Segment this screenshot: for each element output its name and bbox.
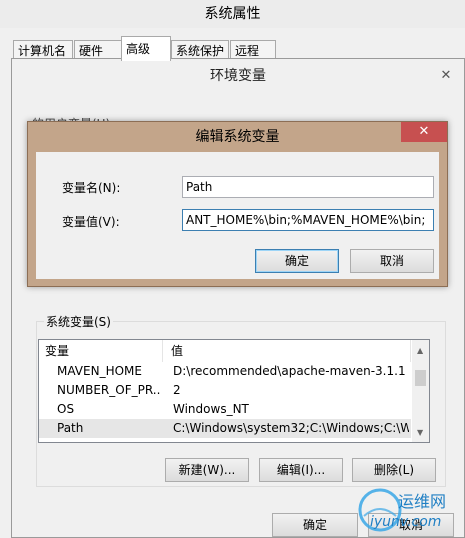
column-header-variable[interactable]: 变量 <box>39 340 163 362</box>
watermark-text: 运维网 <box>398 492 447 511</box>
variable-name: MAVEN_HOME <box>57 364 142 378</box>
scroll-thumb[interactable] <box>415 370 426 386</box>
watermark-url: iyunv.com <box>370 514 442 530</box>
close-icon[interactable]: ✕ <box>436 67 456 85</box>
vertical-scrollbar[interactable]: ▲ ▼ <box>412 340 429 442</box>
watermark-logo: 运维网 iyunv.com <box>356 486 460 534</box>
dialog-title: 环境变量 <box>210 68 266 84</box>
variable-name: Path <box>57 421 84 435</box>
variable-value-label: 变量值(V): <box>62 215 120 229</box>
variable-value: D:\recommended\apache-maven-3.1.1 <box>173 364 406 378</box>
edit-button[interactable]: 编辑(I)... <box>259 458 343 482</box>
table-row[interactable]: NUMBER_OF_PR... 2 <box>39 381 411 400</box>
table-row[interactable]: OS Windows_NT <box>39 400 411 419</box>
tab-hardware[interactable]: 硬件 <box>74 40 122 60</box>
system-variables-label: 系统变量(S) <box>44 313 113 330</box>
variable-name-field[interactable]: Path <box>182 176 434 198</box>
ok-button[interactable]: 确定 <box>272 513 358 537</box>
new-button[interactable]: 新建(W)... <box>165 458 249 482</box>
column-header-value[interactable]: 值 <box>165 340 411 362</box>
variable-value-field[interactable]: ANT_HOME%\bin;%MAVEN_HOME%\bin; <box>182 209 434 231</box>
edit-system-variable-dialog: 编辑系统变量 ✕ 变量名(N): Path 变量值(V): ANT_HOME%\… <box>27 121 448 287</box>
variable-name: OS <box>57 402 75 416</box>
system-variables-list[interactable]: 变量 值 MAVEN_HOME D:\recommended\apache-ma… <box>38 339 430 443</box>
cancel-button[interactable]: 取消 <box>350 249 434 273</box>
variable-name-label: 变量名(N): <box>62 181 121 195</box>
ok-button[interactable]: 确定 <box>255 249 339 273</box>
table-row[interactable]: MAVEN_HOME D:\recommended\apache-maven-3… <box>39 362 411 381</box>
dialog-title: 编辑系统变量 <box>195 129 280 145</box>
variable-value: C:\Windows\system32;C:\Windows;C:\Wi... <box>173 421 409 435</box>
tab-advanced[interactable]: 高级 <box>121 36 171 61</box>
scroll-down-icon[interactable]: ▼ <box>417 428 423 437</box>
table-row-selected[interactable]: Path C:\Windows\system32;C:\Windows;C:\W… <box>39 419 411 438</box>
window-title: 系统属性 <box>0 0 465 28</box>
variable-value: Windows_NT <box>173 402 249 416</box>
dialog-body: 变量名(N): Path 变量值(V): ANT_HOME%\bin;%MAVE… <box>36 152 439 279</box>
delete-button[interactable]: 删除(L) <box>352 458 436 482</box>
variable-name: NUMBER_OF_PR... <box>57 383 161 397</box>
close-icon[interactable]: ✕ <box>401 122 447 142</box>
tab-remote[interactable]: 远程 <box>230 40 276 60</box>
scroll-up-icon[interactable]: ▲ <box>417 346 423 355</box>
tab-computer-name[interactable]: 计算机名 <box>13 40 73 60</box>
variable-value: 2 <box>173 383 181 397</box>
tab-system-protection[interactable]: 系统保护 <box>171 40 229 60</box>
